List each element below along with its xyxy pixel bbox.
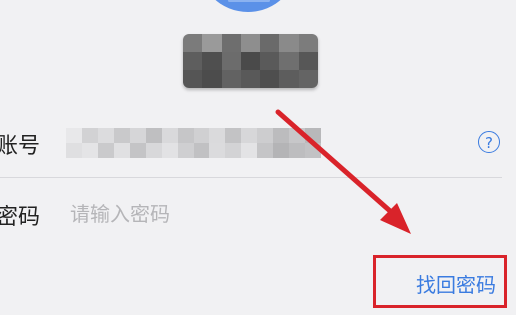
annotation-arrow: [275, 109, 411, 234]
annotation-arrow-shaft: [275, 109, 401, 221]
